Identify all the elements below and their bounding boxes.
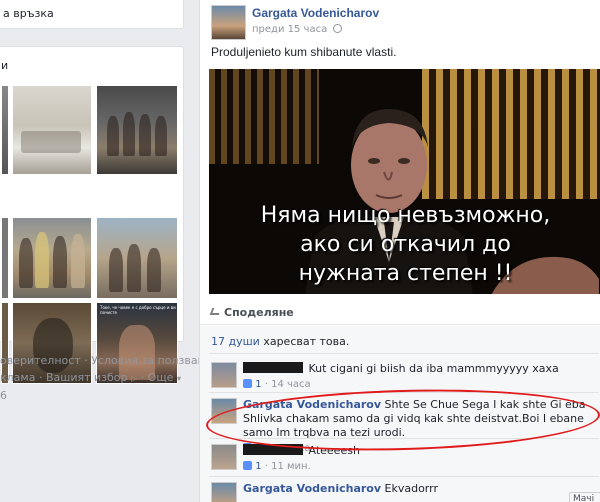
comment-like-count[interactable]: 1: [255, 461, 261, 472]
photos-card: и Токе, че човек е с добро сърце и ви по…: [0, 46, 184, 384]
comment-meta: 1 · 11 мин.: [243, 460, 598, 474]
comment-time[interactable]: 11 мин.: [271, 461, 311, 472]
share-label: Споделяне: [224, 306, 294, 319]
like-thumb-icon: [243, 379, 252, 388]
like-thumb-icon: [243, 461, 252, 470]
likes-suffix: харесват това.: [259, 335, 350, 348]
photos-header: и: [1, 59, 9, 72]
post-meta: преди 15 часа: [252, 24, 343, 35]
post-card: Gargata Vodenicharov преди 15 часа Produ…: [199, 0, 600, 502]
divider: [209, 353, 599, 354]
redacted-name: [243, 362, 303, 373]
photo-thumb[interactable]: [1, 85, 9, 175]
caret-down-icon: ▾: [176, 374, 181, 383]
footer-year: 6: [0, 389, 7, 402]
commenter-avatar[interactable]: [211, 398, 237, 424]
footer-link-adchoices[interactable]: Вашият избор: [46, 371, 128, 384]
comment-body: Ateeeesh 1 · 11 мин.: [243, 444, 598, 474]
left-column: а връзка и Токе, че човек е с добро сърц…: [0, 0, 212, 502]
thumb-caption: Токе, че човек е с добро сърце и ви почи…: [100, 305, 176, 315]
mini-button[interactable]: Мачі: [569, 492, 600, 502]
footer-link-more[interactable]: Още: [148, 371, 174, 384]
comment-like-count[interactable]: 1: [255, 379, 261, 390]
comment-body: Kut cigani gi biish da iba mammmyyyyy ха…: [243, 362, 598, 392]
commenter-name[interactable]: Gargata Vodenicharov: [243, 398, 381, 411]
divider: [209, 438, 599, 439]
comments-section: 17 души харесват това. Kut cigani gi bii…: [200, 326, 600, 502]
photo-thumb[interactable]: [12, 217, 92, 299]
globe-icon: [333, 24, 343, 33]
commenter-name[interactable]: Gargata Vodenicharov: [243, 482, 381, 495]
likes-count-link[interactable]: 17 души: [211, 335, 260, 348]
meme-caption-line: нужната степен !!: [298, 261, 513, 286]
post-author[interactable]: Gargata Vodenicharov: [252, 6, 379, 20]
share-icon: [209, 308, 222, 315]
left-footer: оверителност · Условия за ползване клама…: [0, 354, 212, 402]
comment-text: Ekvadorrr: [384, 482, 438, 495]
comment-text: Kut cigani gi biish da iba mammmyyyyy ха…: [308, 362, 559, 375]
commenter-avatar[interactable]: [211, 444, 237, 470]
top-card: а връзка: [0, 0, 184, 29]
redacted-name: [243, 444, 303, 455]
meme-caption-line: ако си откачил до: [300, 232, 511, 257]
commenter-avatar[interactable]: [211, 362, 237, 388]
meme-caption: Няма нищо невъзможно, ако си откачил до …: [209, 201, 600, 288]
meme-caption-line: Няма нищо невъзможно,: [260, 203, 551, 228]
commenter-avatar[interactable]: [211, 482, 237, 502]
share-button[interactable]: Споделяне: [209, 306, 294, 319]
likes-summary: 17 души харесват това.: [211, 335, 349, 348]
photo-thumb[interactable]: [96, 85, 178, 175]
adchoices-icon: ▷: [131, 374, 138, 383]
footer-link-terms[interactable]: Условия за ползване: [91, 354, 211, 367]
comment-body: Gargata Vodenicharov Ekvadorrr: [243, 482, 598, 496]
photo-thumb[interactable]: [1, 217, 9, 299]
divider: [209, 476, 599, 477]
action-bar: Споделяне: [200, 297, 600, 325]
mini-button-label: Мачі: [573, 494, 595, 502]
footer-link-privacy[interactable]: оверителност: [0, 354, 81, 367]
author-avatar[interactable]: [211, 5, 246, 40]
photo-thumb[interactable]: [12, 85, 92, 175]
photo-thumb[interactable]: [96, 217, 178, 299]
window-blinds: [209, 69, 319, 164]
top-card-text: а връзка: [3, 7, 54, 20]
post-image[interactable]: Няма нищо невъзможно, ако си откачил до …: [209, 69, 600, 294]
comment-meta: 1 · 14 часа: [243, 378, 598, 392]
comment-time[interactable]: 14 часа: [271, 379, 311, 390]
footer-link-ads[interactable]: клама: [0, 371, 35, 384]
post-text: Produljenieto kum shibanute vlasti.: [211, 45, 397, 59]
post-time[interactable]: преди 15 часа: [252, 24, 327, 35]
comment-text: Ateeeesh: [308, 444, 360, 457]
divider: [209, 392, 599, 393]
